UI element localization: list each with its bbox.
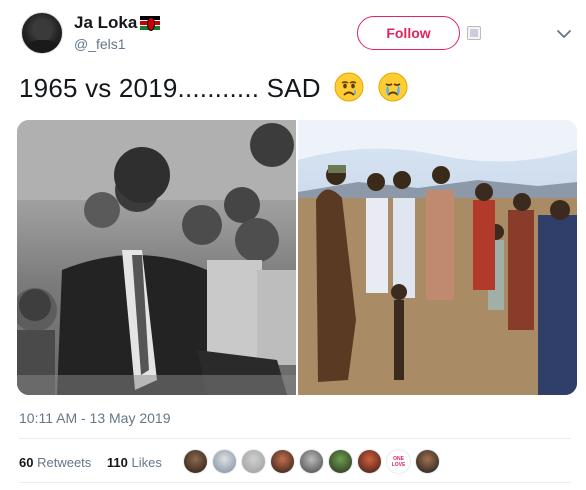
divider-top [19,438,571,439]
kenya-flag-icon [140,16,161,31]
crying-face-icon [334,72,364,102]
divider-bottom [19,482,571,483]
liker-avatar[interactable] [357,449,382,474]
display-name-text: Ja Loka [74,13,138,32]
retweets-count: 60 [19,455,34,470]
avatar-face [34,20,52,42]
photo-1965-illustration [17,120,296,395]
loudly-crying-face-icon [378,72,408,102]
liker-avatar[interactable] [241,449,266,474]
broken-image-icon [467,26,481,40]
tweet-stats: 60 Retweets 110 Likes [19,455,162,470]
likers-avatars: ONE LOVE [183,449,440,474]
avatar-body [28,40,58,53]
likes-stat[interactable]: 110 Likes [107,455,162,470]
user-avatar[interactable] [21,12,63,54]
tweet-media[interactable] [17,120,577,395]
photo-1965[interactable] [17,120,296,395]
liker-avatar[interactable] [183,449,208,474]
photo-2019-illustration [298,120,577,395]
liker-avatar[interactable] [299,449,324,474]
display-name[interactable]: Ja Loka [74,13,161,33]
liker-avatar[interactable] [212,449,237,474]
retweets-label: Retweets [37,455,92,470]
retweets-stat[interactable]: 60 Retweets [19,455,91,470]
tweet-text: 1965 vs 2019........... SAD [19,72,408,104]
liker-avatar[interactable] [415,449,440,474]
one-love-bottom: LOVE [391,461,406,468]
likes-label: Likes [131,455,162,470]
tweet-body: 1965 vs 2019........... SAD [19,73,321,103]
likes-count: 110 [106,455,128,470]
photo-2019[interactable] [298,120,577,395]
follow-button[interactable]: Follow [357,16,460,50]
tweet-header: Ja Loka @_fels1 Follow [0,0,586,70]
liker-avatar[interactable] [270,449,295,474]
tweet-timestamp[interactable]: 10:11 AM - 13 May 2019 [19,410,171,426]
user-handle[interactable]: @_fels1 [74,36,126,52]
chevron-down-icon[interactable] [556,26,572,42]
liker-avatar-one-love[interactable]: ONE LOVE [386,449,411,474]
liker-avatar[interactable] [328,449,353,474]
